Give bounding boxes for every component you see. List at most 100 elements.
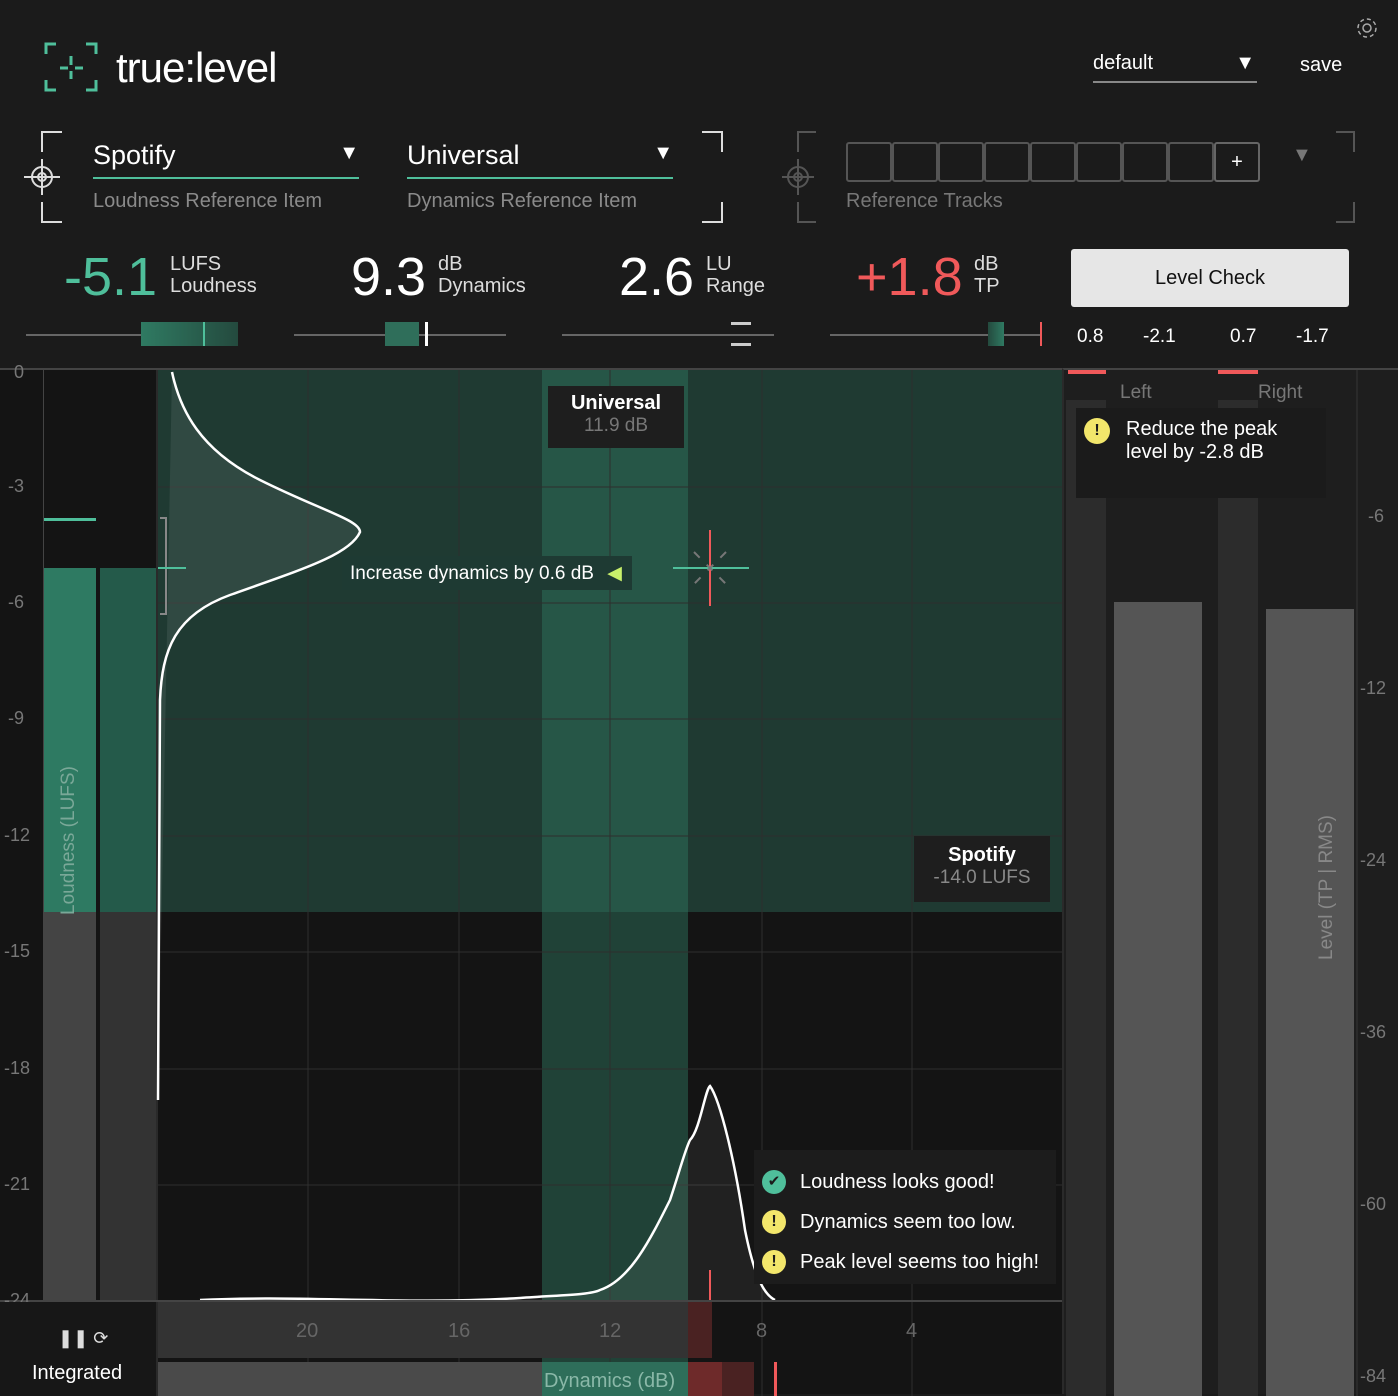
meter-axis-label: Level (TP | RMS) bbox=[1316, 814, 1337, 960]
range-marker bbox=[731, 322, 751, 346]
right-clip-indicator bbox=[1218, 370, 1258, 374]
dynamics-reference-dropdown[interactable]: Universal ▼ bbox=[407, 140, 673, 179]
loudness-ref-name: Spotify bbox=[948, 844, 1016, 866]
status-text: Dynamics seem too low. bbox=[800, 1210, 1016, 1233]
right-tp-meter bbox=[1218, 400, 1258, 1396]
track-slot[interactable] bbox=[1122, 142, 1168, 182]
y-tick: -6 bbox=[8, 592, 25, 612]
loudness-reference-dropdown[interactable]: Spotify ▼ bbox=[93, 140, 359, 179]
track-slot[interactable] bbox=[938, 142, 984, 182]
y-tick: -3 bbox=[8, 476, 25, 496]
mode-panel: ❚❚ ⟳ Integrated bbox=[0, 1302, 156, 1396]
loudness-target-range bbox=[141, 322, 238, 346]
dynamics-distribution-curve bbox=[199, 1084, 776, 1302]
dynamics-loudness-graph: Loudness (LUFS) 0 -3 -6 -9 -12 -15 -18 -… bbox=[0, 362, 1062, 1396]
peak-tip: ! Reduce the peak level by -2.8 dB bbox=[1076, 408, 1326, 498]
meter-tick: -6 bbox=[1368, 506, 1385, 526]
y-tick: -9 bbox=[8, 708, 25, 728]
true-peak-value: +1.8 bbox=[856, 247, 963, 307]
track-slot[interactable] bbox=[1030, 142, 1076, 182]
scale-divider bbox=[1356, 370, 1358, 1396]
range-unit: LU bbox=[706, 253, 732, 275]
chevron-down-icon: ▼ bbox=[339, 142, 359, 164]
left-rms-meter bbox=[1114, 602, 1202, 1396]
loudness-marker bbox=[203, 322, 205, 346]
left-channel-label: Left bbox=[1120, 382, 1152, 403]
chevron-down-icon: ▼ bbox=[653, 142, 673, 164]
peak-left-tp: 0.8 bbox=[1077, 326, 1104, 347]
x-tick: 20 bbox=[296, 1320, 319, 1342]
dynamics-marker bbox=[425, 322, 428, 346]
range-label: Range bbox=[706, 275, 765, 297]
x-tick: 8 bbox=[756, 1320, 768, 1342]
dynamics-target-range bbox=[385, 322, 419, 346]
status-text: Loudness looks good! bbox=[800, 1170, 995, 1193]
range-value: 2.6 bbox=[619, 247, 695, 307]
status-panel: ✔ Loudness looks good! ! Dynamics seem too… bbox=[754, 1150, 1056, 1284]
save-button[interactable]: save bbox=[1300, 54, 1342, 77]
level-check-button[interactable]: Level Check bbox=[1071, 249, 1349, 307]
tp-label: TP bbox=[974, 275, 1000, 297]
check-icon: ✔ bbox=[762, 1170, 786, 1194]
hint-value: 0.6 dB bbox=[539, 563, 594, 584]
current-position-crosshair bbox=[673, 530, 749, 606]
reference-track-slots: + bbox=[846, 142, 1260, 182]
tp-target bbox=[988, 322, 1004, 346]
tp-marker bbox=[1040, 322, 1042, 346]
tp-unit: dB bbox=[974, 253, 999, 275]
dynamics-over-zone bbox=[688, 1302, 712, 1358]
loudness-reference-tag: Spotify -14.0 LUFS bbox=[914, 836, 1050, 902]
track-slot[interactable] bbox=[846, 142, 892, 182]
app-title: true:level bbox=[116, 44, 277, 91]
add-track-button[interactable]: + bbox=[1214, 142, 1260, 182]
status-text: Peak level seems too high! bbox=[800, 1250, 1040, 1273]
x-tick: 16 bbox=[448, 1320, 471, 1342]
chevron-down-icon: ▼ bbox=[1235, 52, 1255, 74]
meter-tick: -36 bbox=[1360, 1022, 1387, 1042]
pause-reset-controls[interactable]: ❚❚ ⟳ bbox=[58, 1328, 108, 1349]
dynamics-reference-label: Dynamics Reference Item bbox=[407, 190, 638, 212]
track-slot[interactable] bbox=[892, 142, 938, 182]
loudness-reference-value: Spotify bbox=[93, 140, 176, 170]
y-tick: -21 bbox=[4, 1174, 31, 1194]
peak-right-rms: -1.7 bbox=[1296, 326, 1329, 347]
dynamics-bar-over bbox=[688, 1362, 722, 1396]
meter-tick: -84 bbox=[1360, 1366, 1387, 1386]
status-item: ! Dynamics seem too low. bbox=[762, 1202, 1056, 1242]
logo-icon bbox=[44, 42, 98, 92]
y-tick: -15 bbox=[4, 941, 31, 961]
gear-icon[interactable] bbox=[1355, 16, 1379, 40]
hint-text: Increase dynamics by bbox=[350, 563, 534, 584]
status-item: ✔ Loudness looks good! bbox=[762, 1162, 1056, 1202]
dynamics-bar-over2 bbox=[722, 1362, 754, 1396]
dynamics-label: Dynamics bbox=[438, 275, 526, 297]
track-slot[interactable] bbox=[1076, 142, 1122, 182]
warning-icon: ! bbox=[762, 1250, 786, 1274]
dynamics-bar bbox=[158, 1362, 542, 1396]
tp-mini-meter bbox=[830, 334, 1042, 336]
mode-label[interactable]: Integrated bbox=[32, 1362, 122, 1385]
loudness-distribution-curve bbox=[156, 371, 362, 1101]
left-tp-meter bbox=[1066, 400, 1106, 1396]
track-slot[interactable] bbox=[984, 142, 1030, 182]
x-tick: 12 bbox=[599, 1320, 622, 1342]
peak-left-rms: -2.1 bbox=[1143, 326, 1176, 347]
track-slot[interactable] bbox=[1168, 142, 1214, 182]
right-channel-label: Right bbox=[1258, 382, 1303, 403]
dynamics-axis-bar bbox=[158, 1302, 712, 1358]
y-tick: 0 bbox=[14, 362, 25, 382]
dynamics-value: 9.3 bbox=[351, 247, 427, 307]
pause-icon[interactable]: ❚❚ bbox=[58, 1328, 88, 1348]
tracks-dropdown-icon[interactable]: ▼ bbox=[1292, 144, 1312, 167]
preset-dropdown[interactable]: default ▼ bbox=[1093, 52, 1257, 83]
peak-right-tp: 0.7 bbox=[1230, 326, 1257, 347]
left-clip-indicator bbox=[1068, 370, 1106, 374]
dynamics-reference-value: Universal bbox=[407, 140, 520, 170]
y-tick: -12 bbox=[4, 825, 31, 845]
preset-value: default bbox=[1093, 52, 1154, 74]
reference-tracks-label: Reference Tracks bbox=[846, 190, 1003, 212]
loudness-ref-value: -14.0 LUFS bbox=[933, 867, 1031, 888]
reset-icon[interactable]: ⟳ bbox=[93, 1328, 108, 1348]
loudness-label: Loudness bbox=[170, 275, 257, 297]
loudness-reference-label: Loudness Reference Item bbox=[93, 190, 323, 212]
